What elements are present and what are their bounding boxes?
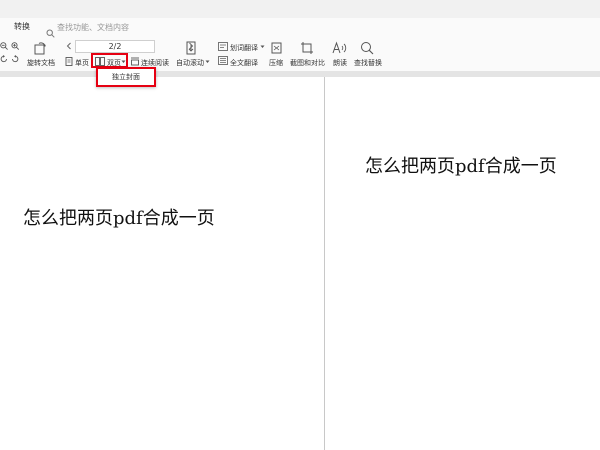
search-icon (46, 23, 55, 38)
rotate-left-icon[interactable] (0, 55, 8, 63)
document-page-right: 怎么把两页pdf合成一页 (325, 77, 600, 450)
full-translate-label[interactable]: 全文翻译 (230, 58, 258, 68)
left-page-text: 怎么把两页pdf合成一页 (23, 208, 215, 229)
document-page-left: 怎么把两页pdf合成一页 (0, 77, 324, 450)
find-replace-icon[interactable] (360, 41, 374, 55)
prev-page-icon[interactable] (66, 42, 72, 50)
tab-bar: 转换 (0, 18, 600, 38)
rotate-document-icon[interactable] (33, 41, 47, 55)
zoom-out-icon[interactable] (0, 42, 8, 50)
screenshot-compare-icon[interactable] (300, 41, 314, 55)
read-aloud-label[interactable]: 朗读 (333, 58, 347, 68)
screenshot-compare-label[interactable]: 截图和对比 (290, 58, 325, 68)
word-translate-icon[interactable] (218, 42, 228, 51)
double-page-dropdown: 独立封面 (96, 67, 156, 87)
compress-icon[interactable] (270, 41, 283, 55)
continuous-reading-icon[interactable] (130, 57, 140, 66)
auto-scroll-caret-icon[interactable] (205, 60, 210, 64)
rotate-document-label[interactable]: 旋转文档 (27, 58, 55, 68)
auto-scroll-icon[interactable] (185, 41, 197, 55)
page-number-input[interactable] (75, 40, 155, 53)
word-translate-label[interactable]: 划词翻译 (230, 43, 258, 53)
window-top-strip (0, 0, 600, 18)
single-page-icon[interactable] (65, 57, 73, 66)
tab-convert[interactable]: 转换 (14, 21, 30, 32)
double-page-icon[interactable] (95, 57, 105, 66)
word-translate-caret-icon[interactable] (260, 45, 265, 49)
caret-down-icon[interactable] (121, 60, 126, 64)
compress-label[interactable]: 压缩 (269, 58, 283, 68)
read-aloud-icon[interactable] (332, 41, 348, 55)
full-translate-icon[interactable] (218, 56, 228, 65)
right-page-text: 怎么把两页pdf合成一页 (365, 156, 557, 177)
search-input[interactable] (57, 21, 197, 34)
zoom-in-icon[interactable] (11, 42, 20, 50)
auto-scroll-label[interactable]: 自动滚动 (176, 58, 204, 68)
rotate-right-icon[interactable] (11, 55, 19, 63)
single-page-label[interactable]: 单页 (75, 58, 89, 68)
find-replace-label[interactable]: 查找替换 (354, 58, 382, 68)
independent-cover-option[interactable]: 独立封面 (112, 72, 140, 82)
